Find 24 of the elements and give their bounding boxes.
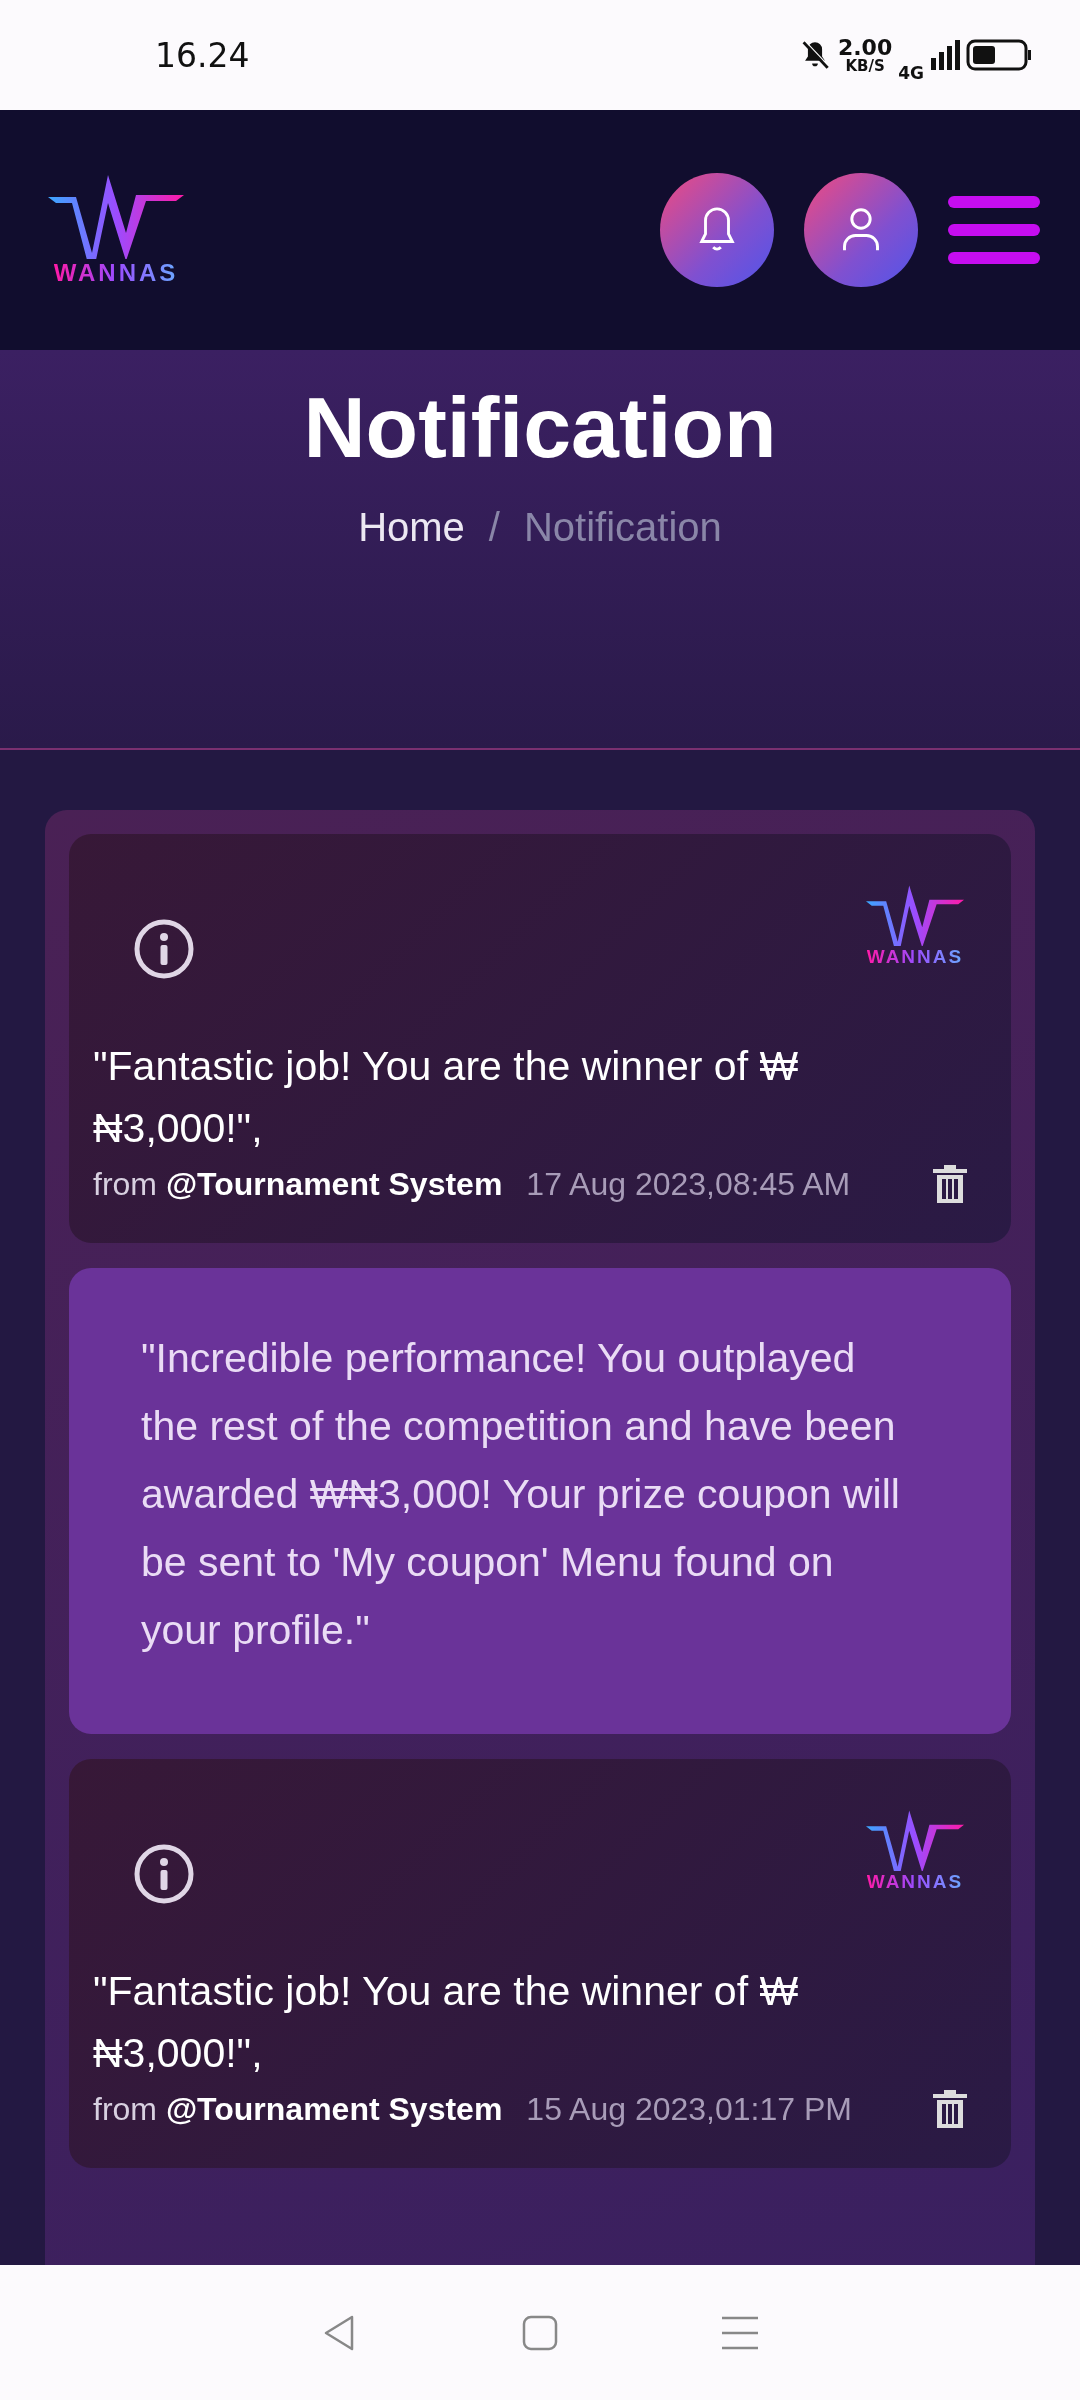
info-icon (133, 918, 195, 980)
notification-card[interactable]: WANNAS "Fantastic job! You are the winner of ₩ ₦3,000!", from @Tournament System 15 Aug 2023,01:17 PM (69, 1759, 1011, 2169)
network-type: 4G (898, 63, 924, 83)
menu-icon[interactable] (948, 196, 1040, 264)
signal-icon (930, 40, 960, 70)
speed-unit: KB/S (845, 58, 885, 74)
sender-label: from @Tournament System (93, 1165, 503, 1203)
battery-icon (966, 39, 1032, 71)
notification-title: "Fantastic job! You are the winner of ₩ ₦3,000!", (93, 1967, 800, 2078)
breadcrumb-separator: / (488, 505, 500, 550)
sender-label: from @Tournament System (93, 2090, 503, 2128)
page-title: Notification (303, 378, 777, 477)
notification-title: "Fantastic job! You are the winner of ₩ ₦3,000!", (93, 1042, 800, 1153)
trash-icon[interactable] (933, 2090, 967, 2129)
status-time: 16.24 (155, 35, 250, 75)
network-speed: 2.00 (837, 36, 893, 59)
message-text: "Incredible performance! You outplayed the rest of the competition and have been awarded ₩₦3,000! Your prize coupon will be sent to 'My coupon' Menu found on your profile." (141, 1334, 901, 1656)
notification-card[interactable]: WANNAS "Fantastic job! You are the winner of ₩ ₦3,000!", from @Tournament System 17 Aug 2023,08:45 AM (69, 834, 1011, 1243)
notification-date: 15 Aug 2023,01:17 PM (526, 2090, 852, 2128)
notification-date: 17 Aug 2023,08:45 AM (526, 1165, 851, 1203)
breadcrumb-link[interactable]: Home (358, 505, 465, 550)
info-icon (133, 1843, 195, 1906)
trash-icon[interactable] (933, 1165, 967, 1203)
home-icon[interactable] (521, 2313, 559, 2352)
